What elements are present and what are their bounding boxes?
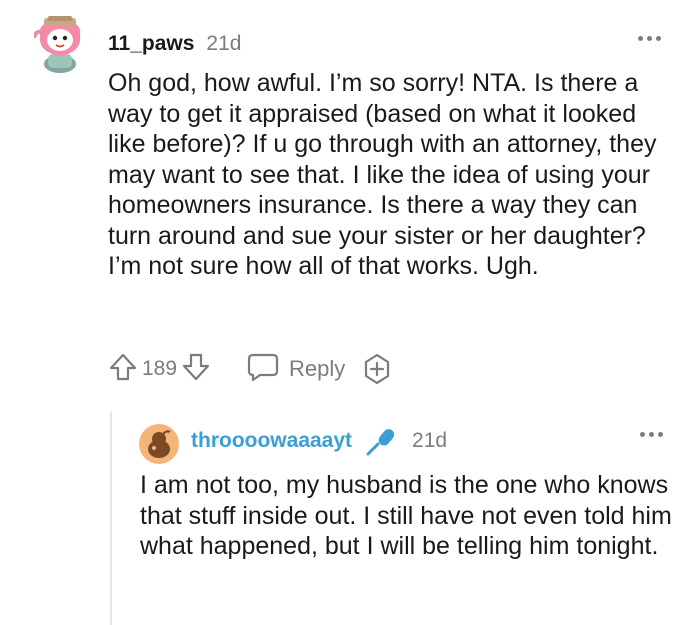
upvote-icon[interactable] xyxy=(108,352,138,387)
reply-more-options-icon[interactable] xyxy=(640,432,663,437)
reply-bubble-icon xyxy=(247,352,279,387)
vote-count: 189 xyxy=(142,357,178,380)
comment-body: Oh god, how awful. I’m so sorry! NTA. Is… xyxy=(108,69,657,280)
comment-username[interactable]: 11_paws xyxy=(108,32,194,56)
more-options-icon[interactable] xyxy=(638,36,661,41)
reply-label: Reply xyxy=(289,356,346,381)
thread-line[interactable] xyxy=(110,412,112,625)
reply-username[interactable]: throooowaaaayt xyxy=(191,429,352,453)
reply-actions-partial xyxy=(140,618,470,625)
reply-user-avatar[interactable] xyxy=(139,424,179,464)
reply-timestamp[interactable]: 21d xyxy=(412,429,447,453)
comment-actions: 189 Reply xyxy=(108,352,393,386)
microphone-icon xyxy=(364,425,398,457)
downvote-icon[interactable] xyxy=(181,352,211,387)
comment-timestamp[interactable]: 21d xyxy=(206,32,241,56)
award-plus-icon[interactable] xyxy=(361,353,393,385)
reply-meta: throooowaaaayt 21d xyxy=(191,426,447,456)
user-avatar[interactable] xyxy=(32,16,86,74)
comment-meta: 11_paws 21d xyxy=(108,30,241,58)
reply-button[interactable]: Reply xyxy=(247,352,345,387)
reply-body: I am not too, my husband is the one who … xyxy=(140,471,672,560)
